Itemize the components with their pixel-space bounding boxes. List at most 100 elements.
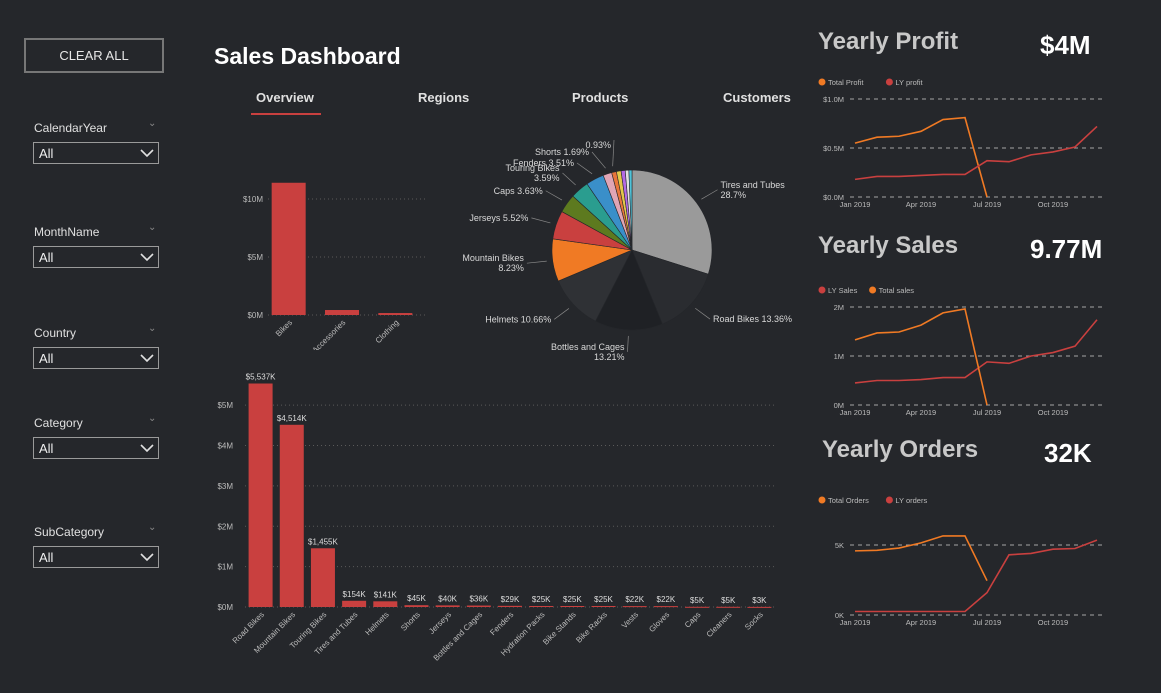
pie-data-label: Road Bikes 13.36%: [713, 314, 792, 324]
legend-label: LY orders: [895, 496, 927, 505]
chevron-down-icon: [140, 146, 154, 161]
slicer-collapse-chevron-icon[interactable]: ⌄: [148, 222, 156, 233]
subcategory-bar-chart: $0M$1M$2M$3M$4M$5M$5,537KRoad Bikes$4,51…: [217, 373, 775, 663]
tab-products[interactable]: Products: [572, 90, 628, 105]
chevron-down-icon: [140, 250, 154, 265]
x-tick-label: Clothing: [374, 318, 401, 345]
sales-line-chart: LY Sales Total sales0M1M2MJan 2019 Apr 201…: [818, 286, 1102, 417]
bar: [685, 606, 710, 608]
series-line: [854, 116, 988, 198]
legend-marker: [885, 496, 893, 504]
legend-label: LY Sales: [828, 286, 858, 295]
pie-leader-line: [526, 260, 547, 264]
y-tick-label: $5M: [217, 401, 233, 410]
y-tick-label: $3M: [217, 482, 233, 491]
x-tick-label: Jul 2019: [973, 408, 1001, 417]
legend-marker: [885, 78, 893, 86]
slicer-selected-value: All: [39, 145, 54, 161]
chevron-down-icon: [140, 550, 154, 565]
bar: [310, 548, 335, 607]
slicer-dropdown-subcategory[interactable]: All: [33, 546, 159, 568]
pie-data-label: Helmets 10.66%: [485, 314, 551, 324]
y-tick-label: $0M: [217, 603, 233, 612]
legend-label: Total Profit: [828, 78, 864, 87]
pie-data-label: Fenders 3.51%: [513, 158, 574, 168]
pie-leader-line: [701, 189, 718, 200]
pie-data-label: Jerseys 5.52%: [469, 213, 528, 223]
clear-all-button[interactable]: CLEAR ALL: [24, 38, 164, 73]
pie-leader-line: [591, 151, 606, 169]
pie-leader-line: [554, 308, 570, 320]
x-tick-label: Apr 2019: [906, 618, 936, 627]
slicer-collapse-chevron-icon[interactable]: ⌄: [148, 413, 156, 424]
pie-leader-line: [562, 172, 576, 186]
pie-leader-line: [695, 307, 711, 320]
data-label: $25K: [563, 595, 582, 604]
bar: [529, 605, 554, 607]
y-tick-label: $2M: [217, 522, 233, 531]
chevron-down-icon: [140, 351, 154, 366]
slicer-label-calendar-year: CalendarYear: [34, 121, 107, 135]
tab-regions[interactable]: Regions: [418, 90, 469, 105]
pie-data-label: Tires and Tubes: [721, 180, 786, 190]
pie-data-label: 8.23%: [498, 263, 524, 273]
legend-label: LY profit: [895, 78, 923, 87]
pie-leader-line: [612, 140, 615, 167]
orders-line-chart: Total Orders LY orders0K5KJan 2019 Apr 201…: [818, 496, 1102, 627]
slicer-collapse-chevron-icon[interactable]: ⌄: [148, 323, 156, 334]
slicer-label-month-name: MonthName: [34, 225, 100, 239]
series-line: [854, 125, 1098, 181]
bar: [591, 605, 616, 607]
bar: [498, 605, 522, 607]
x-tick-label: Jul 2019: [973, 200, 1001, 209]
x-tick-label: Apr 2019: [906, 408, 936, 417]
kpi-value-sales: 9.77M: [1030, 234, 1103, 264]
data-label: $3K: [752, 596, 767, 605]
data-label: $22K: [625, 595, 644, 604]
slicer-dropdown-category[interactable]: All: [33, 437, 159, 459]
data-label: $4,514K: [277, 414, 307, 423]
x-tick-label: Jul 2019: [973, 618, 1001, 627]
tab-customers[interactable]: Customers: [723, 90, 791, 105]
slicer-collapse-chevron-icon[interactable]: ⌄: [148, 522, 156, 533]
subcategory-pie-chart: Tires and Tubes28.7% Road Bikes 13.36% Bot…: [462, 140, 792, 360]
bar: [747, 606, 772, 608]
series-line: [854, 535, 988, 582]
category-bar-chart: $0M $5M $10M Bikes Accessories Clothing: [243, 182, 428, 350]
pie-data-label: Mountain Bikes: [462, 253, 524, 263]
slicer-collapse-chevron-icon[interactable]: ⌄: [148, 118, 156, 129]
x-tick-label: Oct 2019: [1038, 618, 1068, 627]
slicer-dropdown-month-name[interactable]: All: [33, 246, 159, 268]
data-label: $36K: [469, 595, 488, 604]
active-tab-indicator: [251, 113, 321, 115]
series-line: [855, 539, 1098, 613]
x-tick-label: Socks: [743, 610, 765, 632]
bar: [716, 606, 741, 608]
series-line: [854, 319, 1098, 384]
data-label: $5,537K: [246, 373, 276, 382]
x-tick-label: Vests: [620, 610, 640, 630]
x-tick-label: Accessories: [311, 318, 348, 350]
series-line: [854, 308, 988, 406]
slicer-dropdown-calendar-year[interactable]: All: [33, 142, 159, 164]
x-tick-label: Jerseys: [427, 610, 453, 636]
kpi-value-orders: 32K: [1044, 438, 1092, 468]
pie-data-label: Bottles and Cages: [551, 342, 625, 352]
slicer-dropdown-country[interactable]: All: [33, 347, 159, 369]
bar: [373, 601, 398, 607]
pie-leader-line: [531, 217, 551, 224]
legend-marker: [818, 496, 826, 504]
x-tick-label: Jan 2019: [840, 618, 871, 627]
dashboard-title: Sales Dashboard: [214, 43, 401, 69]
y-tick-label: $0.5M: [823, 144, 844, 153]
tab-overview[interactable]: Overview: [256, 90, 314, 105]
y-tick-label: $0M: [247, 311, 263, 320]
slicer-selected-value: All: [39, 350, 54, 366]
bar: [466, 605, 491, 607]
x-tick-label: Cleaners: [705, 610, 734, 639]
data-label: $29K: [501, 595, 520, 604]
kpi-title-sales: Yearly Sales: [818, 232, 959, 259]
bar: [653, 606, 678, 608]
kpi-value-profit: $4M: [1040, 30, 1091, 60]
y-tick-label: 5K: [835, 541, 844, 550]
